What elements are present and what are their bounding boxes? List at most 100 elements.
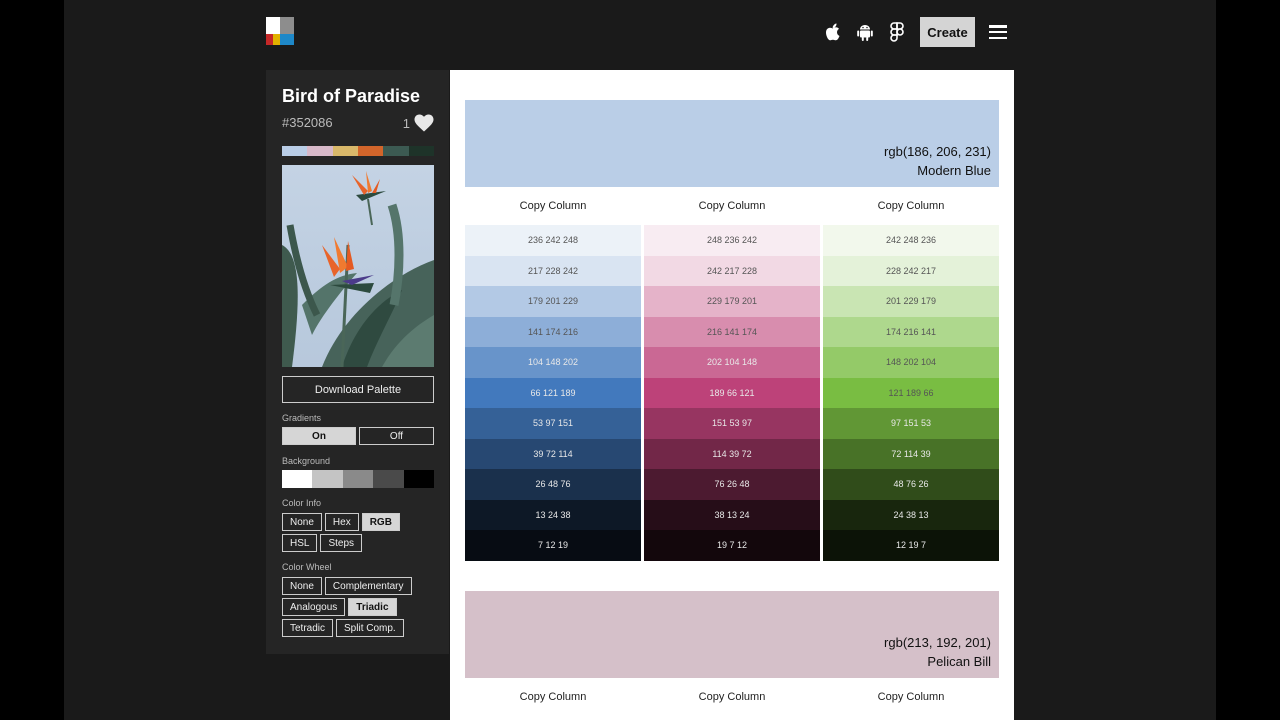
download-palette-button[interactable]: Download Palette bbox=[282, 376, 434, 403]
shade-cell[interactable]: 179 201 229 bbox=[465, 286, 641, 317]
header-actions: Create bbox=[812, 17, 1007, 47]
shade-cell[interactable]: 201 229 179 bbox=[823, 286, 999, 317]
shade-cell[interactable]: 53 97 151 bbox=[465, 408, 641, 439]
background-swatch[interactable] bbox=[403, 470, 435, 488]
shade-cell[interactable]: 189 66 121 bbox=[644, 377, 820, 408]
shade-column: Copy Column 248 236 242 242 217 228 229 179… bbox=[644, 187, 820, 561]
color-info-steps-button[interactable]: Steps bbox=[320, 534, 363, 552]
palette-hex: #352086 bbox=[282, 115, 333, 130]
palette-swatch[interactable] bbox=[357, 146, 384, 156]
shade-cell[interactable]: 7 12 19 bbox=[465, 530, 641, 561]
gradients-on-button[interactable]: On bbox=[282, 427, 356, 445]
color-wheel-label: Color Wheel bbox=[282, 562, 332, 572]
shade-cell[interactable]: 48 76 26 bbox=[823, 469, 999, 500]
app-frame: Create Bird of Paradise #352086 1 Downlo… bbox=[64, 0, 1216, 720]
create-button[interactable]: Create bbox=[920, 17, 975, 47]
shade-cell[interactable]: 242 217 228 bbox=[644, 255, 820, 286]
color-section-modern-blue: rgb(186, 206, 231) Modern Blue Copy Colu… bbox=[465, 100, 999, 561]
color-info-rgb-button[interactable]: RGB bbox=[361, 513, 400, 531]
shade-cell[interactable]: 114 39 72 bbox=[644, 438, 820, 469]
color-info-row-2: HSL Steps bbox=[282, 534, 365, 552]
heart-icon bbox=[414, 114, 434, 132]
shade-columns: Copy Column Copy Column Copy Column bbox=[465, 678, 999, 716]
color-banner: rgb(186, 206, 231) Modern Blue bbox=[465, 100, 999, 187]
android-icon[interactable] bbox=[854, 21, 876, 43]
sidebar: Bird of Paradise #352086 1 Download Pale… bbox=[266, 70, 449, 654]
color-wheel-triadic-button[interactable]: Triadic bbox=[348, 598, 397, 616]
palette-swatch[interactable] bbox=[307, 146, 333, 156]
color-wheel-analogous-button[interactable]: Analogous bbox=[282, 598, 346, 616]
copy-column-button[interactable]: Copy Column bbox=[465, 678, 641, 716]
copy-column-button[interactable]: Copy Column bbox=[644, 678, 820, 716]
color-info-row-1: None Hex RGB bbox=[282, 513, 403, 531]
color-banner: rgb(213, 192, 201) Pelican Bill bbox=[465, 591, 999, 678]
logo-icon[interactable] bbox=[266, 17, 294, 45]
shade-cell[interactable]: 12 19 7 bbox=[823, 530, 999, 561]
color-wheel-row-3: Tetradic Split Comp. bbox=[282, 619, 407, 637]
shade-column: Copy Column bbox=[465, 678, 641, 716]
copy-column-button[interactable]: Copy Column bbox=[465, 187, 641, 225]
shade-cell[interactable]: 216 141 174 bbox=[644, 316, 820, 347]
color-wheel-row-1: None Complementary bbox=[282, 577, 415, 595]
shade-column: Copy Column 236 242 248 217 228 242 179 201… bbox=[465, 187, 641, 561]
shade-columns: Copy Column 236 242 248 217 228 242 179 201… bbox=[465, 187, 999, 561]
like-button[interactable]: 1 bbox=[403, 114, 434, 132]
background-swatches bbox=[282, 470, 435, 488]
color-wheel-none-button[interactable]: None bbox=[282, 577, 322, 595]
shade-cell[interactable]: 66 121 189 bbox=[465, 377, 641, 408]
color-info-label: Color Info bbox=[282, 498, 322, 508]
color-wheel-complementary-button[interactable]: Complementary bbox=[324, 577, 412, 595]
shade-cell[interactable]: 104 148 202 bbox=[465, 347, 641, 378]
copy-column-button[interactable]: Copy Column bbox=[823, 187, 999, 225]
shade-cell[interactable]: 76 26 48 bbox=[644, 469, 820, 500]
gradients-toggle: On Off bbox=[282, 427, 434, 445]
shade-cell[interactable]: 236 242 248 bbox=[465, 225, 641, 256]
shade-cell[interactable]: 72 114 39 bbox=[823, 438, 999, 469]
shade-cell[interactable]: 151 53 97 bbox=[644, 408, 820, 439]
shade-cell[interactable]: 141 174 216 bbox=[465, 316, 641, 347]
background-swatch[interactable] bbox=[312, 470, 343, 488]
color-wheel-tetradic-button[interactable]: Tetradic bbox=[282, 619, 334, 637]
shade-column: Copy Column bbox=[823, 678, 999, 716]
color-info-none-button[interactable]: None bbox=[282, 513, 322, 531]
gradients-label: Gradients bbox=[282, 413, 322, 423]
shade-cell[interactable]: 121 189 66 bbox=[823, 377, 999, 408]
shade-cell[interactable]: 202 104 148 bbox=[644, 347, 820, 378]
shade-cell[interactable]: 229 179 201 bbox=[644, 286, 820, 317]
shade-cell[interactable]: 148 202 104 bbox=[823, 347, 999, 378]
shade-cell[interactable]: 19 7 12 bbox=[644, 530, 820, 561]
palette-swatch[interactable] bbox=[408, 146, 434, 156]
copy-column-button[interactable]: Copy Column bbox=[823, 678, 999, 716]
main-content: rgb(186, 206, 231) Modern Blue Copy Colu… bbox=[450, 70, 1014, 720]
background-swatch[interactable] bbox=[373, 470, 404, 488]
color-name: Pelican Bill bbox=[927, 654, 991, 669]
shade-cell[interactable]: 174 216 141 bbox=[823, 316, 999, 347]
copy-column-button[interactable]: Copy Column bbox=[644, 187, 820, 225]
shade-cell[interactable]: 97 151 53 bbox=[823, 408, 999, 439]
menu-icon[interactable] bbox=[989, 25, 1007, 39]
shade-cell[interactable]: 217 228 242 bbox=[465, 255, 641, 286]
background-swatch[interactable] bbox=[282, 470, 313, 488]
figma-icon[interactable] bbox=[886, 21, 908, 43]
gradients-off-button[interactable]: Off bbox=[359, 427, 434, 445]
shade-cell[interactable]: 228 242 217 bbox=[823, 255, 999, 286]
color-rgb-value: rgb(213, 192, 201) bbox=[884, 635, 991, 650]
color-info-hsl-button[interactable]: HSL bbox=[282, 534, 318, 552]
shade-column: Copy Column 242 248 236 228 242 217 201 229… bbox=[823, 187, 999, 561]
shade-cell[interactable]: 24 38 13 bbox=[823, 499, 999, 530]
shade-cell[interactable]: 38 13 24 bbox=[644, 499, 820, 530]
color-info-hex-button[interactable]: Hex bbox=[324, 513, 359, 531]
apple-icon[interactable] bbox=[822, 21, 844, 43]
shade-cell[interactable]: 242 248 236 bbox=[823, 225, 999, 256]
background-swatch[interactable] bbox=[342, 470, 374, 488]
palette-swatch[interactable] bbox=[282, 146, 308, 156]
palette-swatch[interactable] bbox=[332, 146, 358, 156]
shade-cell[interactable]: 39 72 114 bbox=[465, 438, 641, 469]
color-name: Modern Blue bbox=[917, 163, 991, 178]
palette-swatch[interactable] bbox=[383, 146, 409, 156]
shade-cell[interactable]: 26 48 76 bbox=[465, 469, 641, 500]
shade-cell[interactable]: 248 236 242 bbox=[644, 225, 820, 256]
shade-cell[interactable]: 13 24 38 bbox=[465, 499, 641, 530]
color-rgb-value: rgb(186, 206, 231) bbox=[884, 144, 991, 159]
color-wheel-split-comp-button[interactable]: Split Comp. bbox=[336, 619, 404, 637]
